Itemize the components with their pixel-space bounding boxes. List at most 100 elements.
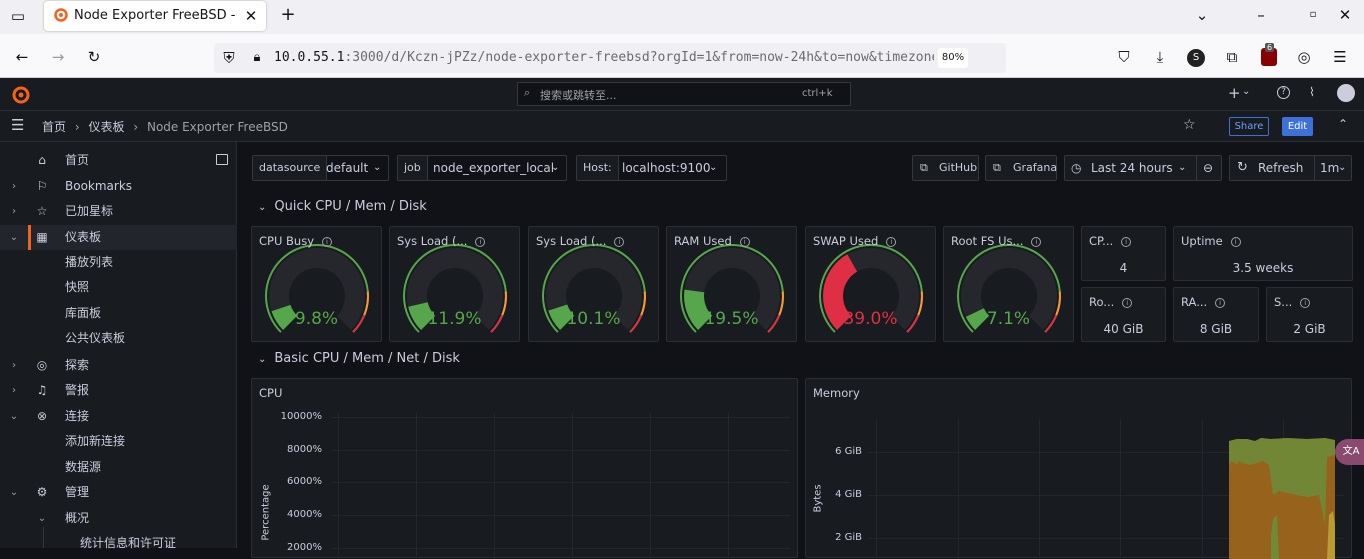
news-rss-icon[interactable]: ⌇ <box>1309 85 1315 99</box>
app-menu-icon[interactable]: ☰ <box>1329 47 1351 67</box>
translate-icon[interactable]: 文A <box>1335 439 1364 465</box>
datasource-variable[interactable]: datasource default ⌄ <box>252 155 389 181</box>
row-basic-cpu-mem-net-disk[interactable]: ⌄ Basic CPU / Mem / Net / Disk <box>246 351 460 366</box>
info-icon[interactable]: i <box>1122 298 1133 308</box>
refresh-interval[interactable]: 1m <box>1320 156 1339 180</box>
memory-panel[interactable]: Memory Bytes 6 GiB 4 GiB 2 GiB <box>805 378 1352 559</box>
menu-toggle-icon[interactable]: ☰ <box>11 116 24 134</box>
gauge-panel[interactable]: Root FS Us... i 7.1% <box>943 226 1074 342</box>
extensions-icon[interactable]: ⧉ <box>1221 47 1243 67</box>
sidebar-item-3[interactable]: ⌄ ▦ 仪表板 <box>0 225 237 250</box>
info-icon[interactable]: i <box>614 237 625 247</box>
sidebar-item-13[interactable]: ⌄ ⚙ 管理 <box>0 480 237 505</box>
info-icon[interactable]: i <box>475 237 486 247</box>
insecure-lock-icon[interactable]: 🔒︎ <box>246 48 268 68</box>
sidebar-item-10[interactable]: ⌄ ⊗ 连接 <box>0 404 237 429</box>
sidebar-item-7[interactable]: 公共仪表板 <box>0 326 237 351</box>
info-icon[interactable]: i <box>1215 298 1226 308</box>
tabs-dropdown-icon[interactable]: ⌄ <box>1191 5 1213 25</box>
minimize-icon[interactable]: – <box>1250 5 1272 25</box>
reload-icon[interactable]: ↻ <box>83 47 105 67</box>
info-icon[interactable]: i <box>1031 237 1042 247</box>
chevron-right-icon[interactable]: › <box>8 353 20 378</box>
sidebar-item-5[interactable]: 快照 <box>0 275 237 300</box>
add-new-button[interactable]: + <box>1228 84 1241 102</box>
sidebar-item-2[interactable]: › ☆ 已加星标 <box>0 199 237 224</box>
help-icon[interactable]: ? <box>1277 86 1290 99</box>
stat-panel[interactable]: CP... i 4 <box>1081 226 1166 281</box>
chevron-down-icon[interactable]: ⌄ <box>8 225 20 250</box>
sync-icon[interactable]: ◎ <box>1293 47 1315 67</box>
gauge-panel[interactable]: Sys Load (... i 10.1% <box>528 226 659 342</box>
chevron-right-icon[interactable]: › <box>8 378 20 403</box>
zoom-out-button[interactable]: ⊖ <box>1196 155 1222 181</box>
search-input[interactable]: ⌕ 搜索或跳转至... ctrl+k <box>517 82 851 106</box>
new-tab-button[interactable]: + <box>277 5 299 25</box>
sidebar-item-12[interactable]: 数据源 <box>0 455 237 480</box>
sidebar-item-15[interactable]: 统计信息和许可证 <box>0 531 237 556</box>
info-icon[interactable]: i <box>322 237 333 247</box>
tab-list-icon[interactable]: ▭ <box>7 6 29 26</box>
breadcrumb-dashboards[interactable]: 仪表板 <box>88 120 124 134</box>
sidebar-item-4[interactable]: 播放列表 <box>0 250 237 275</box>
breadcrumb-home[interactable]: 首页 <box>42 120 66 134</box>
gauge-panel[interactable]: Sys Load (... i 11.9% <box>389 226 520 342</box>
account-avatar[interactable]: S <box>1187 49 1205 67</box>
github-label: GitHub <box>939 161 978 174</box>
stat-panel[interactable]: Uptime i 3.5 weeks <box>1173 226 1353 281</box>
star-dashboard-icon[interactable]: ☆ <box>1183 117 1196 133</box>
sidebar-item-9[interactable]: › ♫ 警报 <box>0 378 237 403</box>
sidebar-item-14[interactable]: ⌄ 概况 <box>0 506 237 531</box>
sidebar-item-11[interactable]: 添加新连接 <box>0 429 237 454</box>
chevron-down-icon[interactable]: ⌄ <box>8 404 20 429</box>
info-icon[interactable]: i <box>886 237 897 247</box>
sidebar-item-6[interactable]: 库面板 <box>0 301 237 326</box>
stat-panel[interactable]: S... i 2 GiB <box>1266 287 1353 342</box>
browser-tab[interactable]: Node Exporter FreeBSD - G ✕ <box>44 1 266 31</box>
add-chevron-icon[interactable]: ⌄ <box>1242 86 1250 97</box>
sidebar-item-8[interactable]: › ◎ 探索 <box>0 353 237 378</box>
github-link-button[interactable]: ⧉ GitHub <box>912 155 979 181</box>
zoom-indicator[interactable]: 80% <box>938 48 968 68</box>
gauge-panel[interactable]: SWAP Used i 39.0% <box>805 226 936 342</box>
close-tab-icon[interactable]: ✕ <box>240 6 262 26</box>
back-icon[interactable]: ← <box>11 47 33 67</box>
host-variable[interactable]: Host: localhost:9100 ⌄ <box>576 155 727 181</box>
chevron-down-icon[interactable]: ⌄ <box>36 506 48 531</box>
close-window-icon[interactable]: ✕ <box>1334 5 1356 25</box>
gauge-panel[interactable]: CPU Busy i 9.8% <box>251 226 382 342</box>
edit-button[interactable]: Edit <box>1282 117 1313 136</box>
restore-icon[interactable]: ▫ <box>1302 5 1324 25</box>
cpu-panel[interactable]: CPU Percentage 10000% 8000% 6000% 4000% 2000… <box>251 378 798 559</box>
share-button[interactable]: Share <box>1229 117 1269 136</box>
grafana-logo-icon[interactable] <box>11 85 31 105</box>
sidebar-item-1[interactable]: › ⚐ Bookmarks <box>0 174 237 199</box>
datasource-label: datasource <box>253 156 328 180</box>
gauge-panel[interactable]: RAM Used i 19.5% <box>666 226 797 342</box>
url-text[interactable]: 10.0.55.1:3000/d/Kczn-jPZz/node-exporter… <box>274 50 934 65</box>
grafana-link-button[interactable]: ⧉ Grafana <box>985 155 1057 181</box>
time-range-picker[interactable]: ◷ Last 24 hours ⌄ <box>1064 155 1198 181</box>
stat-panel[interactable]: Ro... i 40 GiB <box>1081 287 1166 342</box>
cpu-gridline <box>332 449 790 451</box>
job-variable[interactable]: job node_exporter_local ⌄ <box>397 155 567 181</box>
refresh-button[interactable]: ↻ Refresh 1m ⌄ <box>1229 155 1352 181</box>
collapse-icon[interactable]: ⌃ <box>1338 117 1348 131</box>
chevron-right-icon[interactable]: › <box>8 199 20 224</box>
chevron-right-icon[interactable]: › <box>8 174 20 199</box>
info-icon[interactable]: i <box>1121 237 1132 247</box>
url-bar[interactable]: ⛨ 🔒︎ 10.0.55.1:3000/d/Kczn-jPZz/node-exp… <box>214 43 1006 73</box>
chevron-down-icon[interactable]: ⌄ <box>8 480 20 505</box>
sidebar-item-0[interactable]: ⌂ 首页 <box>0 148 237 173</box>
gauge-title: CPU Busy i <box>259 234 333 248</box>
pocket-icon[interactable]: ⛉ <box>1113 47 1135 67</box>
row-quick-cpu-mem-disk[interactable]: ⌄ Quick CPU / Mem / Disk <box>246 199 427 214</box>
shield-icon[interactable]: ⛨ <box>218 48 240 68</box>
info-icon[interactable]: i <box>1300 298 1311 308</box>
download-icon[interactable]: ⤓ <box>1149 47 1171 67</box>
info-icon[interactable]: i <box>1230 237 1241 247</box>
stat-panel[interactable]: RA... i 8 GiB <box>1173 287 1259 342</box>
user-avatar[interactable] <box>1337 84 1355 102</box>
info-icon[interactable]: i <box>739 237 750 247</box>
forward-icon[interactable]: → <box>47 47 69 67</box>
